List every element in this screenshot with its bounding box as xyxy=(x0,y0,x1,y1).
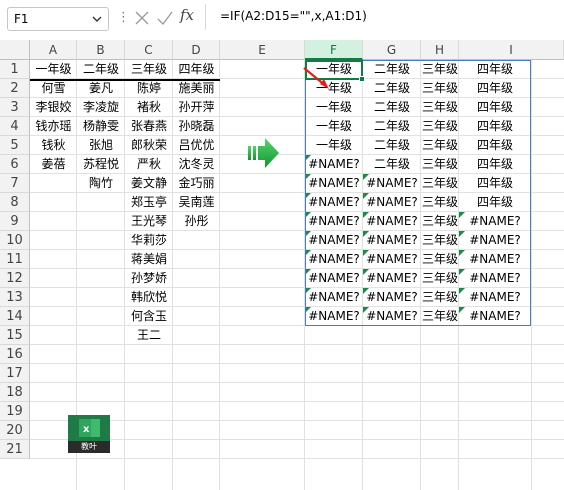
header-row-underline xyxy=(30,79,220,81)
row-header-16[interactable]: 16 xyxy=(0,345,30,364)
cell-C12[interactable]: 孙梦娇 xyxy=(125,269,173,288)
column-header-H[interactable]: H xyxy=(421,40,459,60)
row-header-11[interactable]: 11 xyxy=(0,250,30,269)
gridline-h xyxy=(30,458,564,459)
red-pointer-arrow-icon xyxy=(303,67,329,89)
excel-logo-icon: x 教叶 xyxy=(68,415,110,453)
cell-C11[interactable]: 蒋美娟 xyxy=(125,250,173,269)
cell-D9[interactable]: 孙彤 xyxy=(173,212,220,231)
cell-A2[interactable]: 何雪 xyxy=(30,79,77,98)
cell-C6[interactable]: 严秋 xyxy=(125,155,173,174)
cell-C9[interactable]: 王光琴 xyxy=(125,212,173,231)
row-header-18[interactable]: 18 xyxy=(0,383,30,402)
cell-C5[interactable]: 郎秋荣 xyxy=(125,136,173,155)
row-header-13[interactable]: 13 xyxy=(0,288,30,307)
cell-B2[interactable]: 姜凡 xyxy=(77,79,125,98)
confirm-check-icon[interactable] xyxy=(156,10,174,26)
cell-C14[interactable]: 何含玉 xyxy=(125,307,173,326)
cell-C1[interactable]: 三年级 xyxy=(125,60,173,79)
column-header-E[interactable]: E xyxy=(220,40,305,60)
cell-C13[interactable]: 韩欣悦 xyxy=(125,288,173,307)
row-header-4[interactable]: 4 xyxy=(0,117,30,136)
cell-D2[interactable]: 施美丽 xyxy=(173,79,220,98)
cell-A1[interactable]: 一年级 xyxy=(30,60,77,79)
select-all-corner[interactable] xyxy=(0,40,30,60)
cell-D6[interactable]: 沈冬灵 xyxy=(173,155,220,174)
row-header-6[interactable]: 6 xyxy=(0,155,30,174)
row-header-10[interactable]: 10 xyxy=(0,231,30,250)
cell-A4[interactable]: 钱亦瑶 xyxy=(30,117,77,136)
svg-text:x: x xyxy=(83,424,90,435)
row-header-15[interactable]: 15 xyxy=(0,326,30,345)
cell-D7[interactable]: 金巧丽 xyxy=(173,174,220,193)
row-header-2[interactable]: 2 xyxy=(0,79,30,98)
row-header-20[interactable]: 20 xyxy=(0,421,30,440)
column-header-D[interactable]: D xyxy=(173,40,220,60)
gridline-h xyxy=(30,344,564,345)
cell-C4[interactable]: 张春燕 xyxy=(125,117,173,136)
column-header-F[interactable]: F xyxy=(305,40,363,60)
more-dots-icon[interactable]: ⋮ xyxy=(117,11,130,24)
cell-D5[interactable]: 吕优优 xyxy=(173,136,220,155)
column-header-G[interactable]: G xyxy=(363,40,421,60)
cell-D3[interactable]: 孙开萍 xyxy=(173,98,220,117)
cell-C3[interactable]: 褚秋 xyxy=(125,98,173,117)
chevron-down-icon[interactable] xyxy=(92,16,102,23)
worksheet-grid[interactable]: ABCDEFGHI 1 2 3 4 5 6 7 8 9 10 11 12 13 14 15 16 17 18 19 2… xyxy=(0,40,564,490)
row-header-12[interactable]: 12 xyxy=(0,269,30,288)
cell-D1[interactable]: 四年级 xyxy=(173,60,220,79)
cell-C8[interactable]: 郑玉亭 xyxy=(125,193,173,212)
column-header-C[interactable]: C xyxy=(125,40,173,60)
name-box-value: F1 xyxy=(14,12,29,26)
cancel-x-icon[interactable] xyxy=(134,10,150,26)
cell-B4[interactable]: 杨静雯 xyxy=(77,117,125,136)
fill-handle[interactable] xyxy=(359,76,365,82)
cell-D4[interactable]: 孙晓磊 xyxy=(173,117,220,136)
cell-A6[interactable]: 姜蓓 xyxy=(30,155,77,174)
function-fx-icon[interactable]: fx xyxy=(180,6,194,24)
row-header-19[interactable]: 19 xyxy=(0,402,30,421)
row-header-8[interactable]: 8 xyxy=(0,193,30,212)
cell-C7[interactable]: 姜文静 xyxy=(125,174,173,193)
name-box[interactable]: F1 xyxy=(7,7,109,31)
cell-B3[interactable]: 李凌旋 xyxy=(77,98,125,117)
row-header-14[interactable]: 14 xyxy=(0,307,30,326)
cell-A5[interactable]: 钱秋 xyxy=(30,136,77,155)
gridline-h xyxy=(30,439,564,440)
row-header-9[interactable]: 9 xyxy=(0,212,30,231)
row-header-7[interactable]: 7 xyxy=(0,174,30,193)
cell-A3[interactable]: 李银姣 xyxy=(30,98,77,117)
gridline-h xyxy=(30,363,564,364)
cell-C15[interactable]: 王二 xyxy=(125,326,173,345)
column-header-I[interactable]: I xyxy=(459,40,564,60)
gridline-h xyxy=(30,420,564,421)
gridline-h xyxy=(30,382,564,383)
column-header-B[interactable]: B xyxy=(77,40,125,60)
cell-D8[interactable]: 吴南莲 xyxy=(173,193,220,212)
row-header-1[interactable]: 1 xyxy=(0,60,30,79)
row-header-17[interactable]: 17 xyxy=(0,364,30,383)
formula-input[interactable]: =IF(A2:D15="",x,A1:D1) xyxy=(205,4,555,30)
cell-B6[interactable]: 苏程悦 xyxy=(77,155,125,174)
spill-range-border xyxy=(305,60,531,326)
logo-caption: 教叶 xyxy=(68,441,110,453)
formula-bar: F1 ⋮ fx =IF(A2:D15="",x,A1:D1) xyxy=(0,0,564,36)
cell-B1[interactable]: 二年级 xyxy=(77,60,125,79)
row-header-5[interactable]: 5 xyxy=(0,136,30,155)
cell-C10[interactable]: 华莉莎 xyxy=(125,231,173,250)
row-header-3[interactable]: 3 xyxy=(0,98,30,117)
row-header-21[interactable]: 21 xyxy=(0,440,30,459)
gridline-h xyxy=(30,401,564,402)
column-header-A[interactable]: A xyxy=(30,40,77,60)
right-arrow-icon xyxy=(248,138,279,168)
cell-B5[interactable]: 张旭 xyxy=(77,136,125,155)
cell-B7[interactable]: 陶竹 xyxy=(77,174,125,193)
gridline-v xyxy=(531,60,532,490)
cell-C2[interactable]: 陈婷 xyxy=(125,79,173,98)
